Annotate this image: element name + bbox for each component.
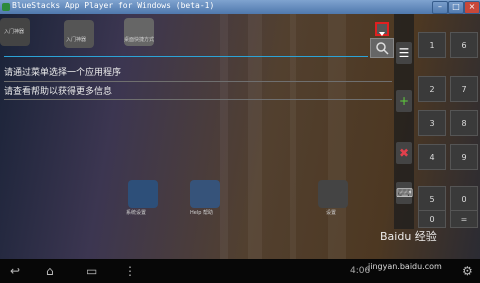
key-9[interactable]: 9 — [450, 144, 478, 170]
watermark-brand: Baidu 经验 — [380, 230, 437, 243]
hint-select-app: 请通过菜单选择一个应用程序 — [4, 68, 122, 78]
settings-icon[interactable] — [318, 180, 348, 208]
search-icon — [376, 42, 389, 55]
window-titlebar: BlueStacks App Player for Windows (beta-… — [0, 0, 480, 14]
dock-label-2: Help 帮助 — [190, 210, 213, 216]
shortcut-label-3: 桌面快捷方式 — [124, 37, 155, 43]
side-panel: ☰ + ✖ ⌨ — [394, 14, 414, 229]
help-icon[interactable] — [190, 180, 220, 208]
key-5[interactable]: 5 — [418, 186, 446, 212]
search-input[interactable] — [4, 56, 368, 57]
shortcut-label-1: 入门神器 — [4, 29, 25, 35]
hint-help-info: 请查看帮助以获得更多信息 — [4, 87, 113, 97]
dock-label-3: 设置 — [326, 210, 337, 216]
key-7[interactable]: 7 — [450, 76, 478, 102]
keyboard-icon[interactable]: ⌨ — [396, 182, 413, 204]
remove-button[interactable]: ✖ — [396, 142, 412, 164]
back-icon[interactable]: ↩ — [10, 264, 20, 278]
keypad: 1 2 3 4 5 0 6 7 8 9 0 = — [416, 14, 480, 229]
add-button[interactable]: + — [396, 90, 412, 112]
home-icon[interactable]: ⌂ — [46, 264, 54, 278]
search-dropdown-button[interactable] — [375, 22, 389, 36]
settings-icon[interactable]: ⚙ — [462, 264, 473, 278]
minimize-button[interactable]: – — [432, 1, 448, 14]
menu-icon[interactable]: ⋮ — [124, 264, 136, 278]
bluestacks-logo-icon — [2, 3, 10, 11]
list-menu-button[interactable]: ☰ — [396, 42, 412, 64]
key-3[interactable]: 3 — [418, 110, 446, 136]
shortcut-icon-2[interactable] — [64, 20, 94, 48]
chevron-down-icon — [379, 32, 385, 36]
key-6[interactable]: 6 — [450, 32, 478, 58]
recent-apps-icon[interactable]: ▭ — [86, 264, 97, 278]
window-title: BlueStacks App Player for Windows (beta-… — [12, 1, 215, 10]
maximize-button[interactable]: □ — [448, 1, 464, 14]
key-0-right[interactable]: 0 — [450, 186, 478, 212]
key-4[interactable]: 4 — [418, 144, 446, 170]
key-0[interactable]: 0 — [418, 210, 446, 228]
key-2[interactable]: 2 — [418, 76, 446, 102]
system-settings-icon[interactable] — [128, 180, 158, 208]
key-8[interactable]: 8 — [450, 110, 478, 136]
search-button[interactable] — [370, 38, 394, 58]
close-button[interactable]: × — [464, 1, 480, 14]
key-1[interactable]: 1 — [418, 32, 446, 58]
key-equals[interactable]: = — [450, 210, 478, 228]
dock-label-1: 系统设置 — [126, 210, 147, 216]
watermark-url: jingyan.baidu.com — [368, 262, 442, 271]
shortcut-label-2: 入门神器 — [66, 37, 87, 43]
